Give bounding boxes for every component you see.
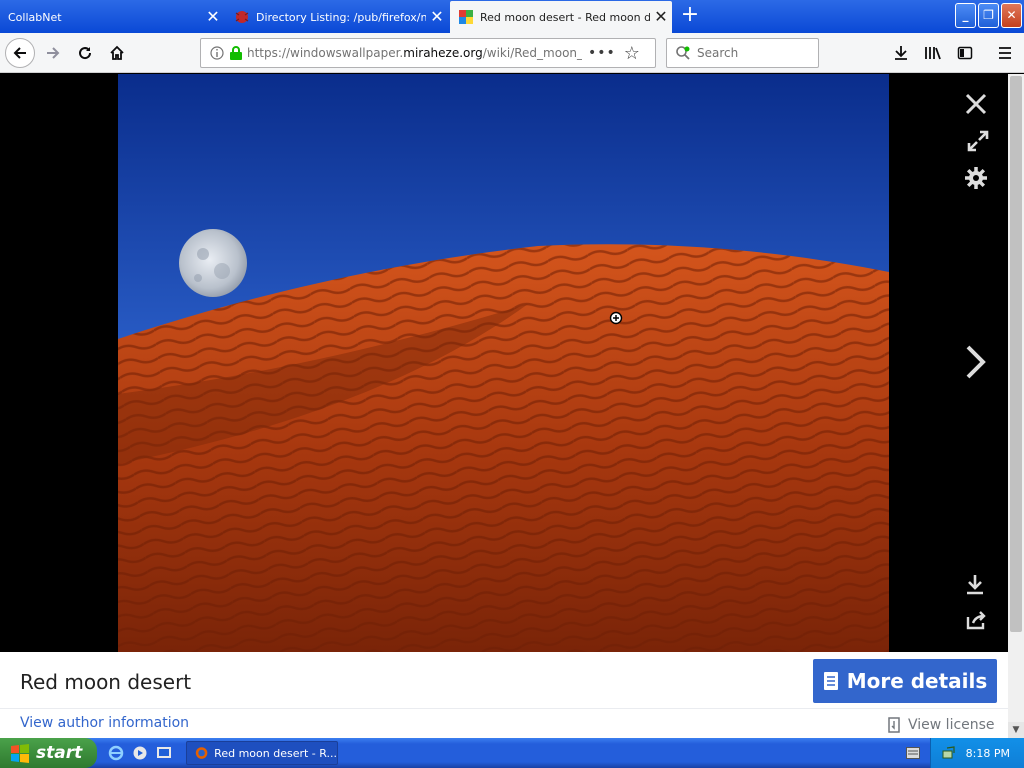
show-desktop-icon[interactable] xyxy=(156,745,172,761)
tab-red-moon-desert[interactable]: Red moon desert - Red moon desert ✕ xyxy=(450,1,672,33)
chevron-right-icon xyxy=(966,345,986,379)
tab-directory-listing[interactable]: Directory Listing: /pub/firefox/nightly/… xyxy=(226,1,448,33)
media-player-icon[interactable] xyxy=(132,745,148,761)
url-bar[interactable]: https://windowswallpaper.miraheze.org/wi… xyxy=(200,38,656,68)
search-input[interactable]: Search xyxy=(697,46,738,60)
desert-photo[interactable] xyxy=(118,74,889,652)
library-button[interactable] xyxy=(918,38,948,68)
hamburger-menu-icon xyxy=(999,47,1011,59)
tab-label: CollabNet xyxy=(8,10,62,24)
license-label: View license xyxy=(908,717,995,733)
tab-collabnet[interactable]: CollabNet ✕ xyxy=(0,1,224,33)
sidebar-button[interactable] xyxy=(950,38,980,68)
arrow-left-icon xyxy=(13,47,26,59)
settings-button[interactable] xyxy=(960,162,992,194)
keyboard-icon[interactable] xyxy=(906,747,920,759)
tab-strip: CollabNet ✕ Directory Listing: /pub/fire… xyxy=(0,0,1024,33)
download-icon xyxy=(967,575,983,595)
bug-icon xyxy=(235,11,249,23)
clock[interactable]: 8:18 PM xyxy=(966,747,1010,760)
close-tab-icon[interactable]: ✕ xyxy=(426,9,448,25)
windows-logo-icon xyxy=(11,744,29,763)
back-button[interactable] xyxy=(5,38,35,68)
reload-button[interactable] xyxy=(70,38,100,68)
fullscreen-button[interactable] xyxy=(962,125,994,157)
document-icon xyxy=(823,672,838,690)
system-tray: 8:18 PM xyxy=(930,738,1024,768)
taskbar-item-label: Red moon desert - R... xyxy=(214,746,337,760)
wallpaper-favicon-icon xyxy=(459,10,473,24)
close-icon xyxy=(965,93,987,115)
start-label: start xyxy=(36,743,83,763)
zoom-cursor-icon xyxy=(609,311,623,325)
search-bar[interactable]: Search xyxy=(666,38,819,68)
navigation-toolbar: https://windowswallpaper.miraheze.org/wi… xyxy=(0,33,1024,73)
taskbar-item-firefox[interactable]: Red moon desert - R... xyxy=(186,741,338,765)
license-link[interactable]: View license xyxy=(888,717,995,733)
tab-label: Red moon desert - Red moon desert xyxy=(480,10,650,24)
more-details-label: More details xyxy=(846,669,988,693)
scroll-down-arrow-icon[interactable]: ▼ xyxy=(1008,722,1024,738)
share-icon xyxy=(966,611,986,630)
search-icon xyxy=(676,46,690,60)
minimize-button[interactable]: _ xyxy=(955,3,976,28)
firefox-icon xyxy=(195,747,208,759)
network-icon[interactable] xyxy=(941,745,957,761)
sidebar-icon xyxy=(957,46,973,60)
author-info-link[interactable]: View author information xyxy=(20,715,189,731)
lock-icon[interactable] xyxy=(229,45,243,61)
close-viewer-button[interactable] xyxy=(960,88,992,120)
internet-explorer-icon[interactable] xyxy=(108,745,124,761)
new-tab-button[interactable]: + xyxy=(676,4,704,28)
library-icon xyxy=(925,47,941,60)
home-button[interactable] xyxy=(102,38,132,68)
next-image-button[interactable] xyxy=(958,344,994,380)
close-window-button[interactable]: ✕ xyxy=(1001,3,1022,28)
close-tab-icon[interactable]: ✕ xyxy=(202,9,224,25)
bookmark-star-icon[interactable]: ☆ xyxy=(624,43,640,64)
gear-icon xyxy=(965,167,987,189)
menu-button[interactable] xyxy=(990,38,1020,68)
arrow-right-icon xyxy=(47,47,60,59)
page-scrollbar[interactable]: ▼ xyxy=(1008,74,1024,738)
download-icon xyxy=(895,46,907,60)
image-info-panel: Red moon desert More details View author… xyxy=(0,652,1008,738)
license-icon xyxy=(888,717,900,733)
scrollbar-thumb[interactable] xyxy=(1010,76,1022,632)
info-icon[interactable] xyxy=(209,45,225,61)
tab-label: Directory Listing: /pub/firefox/nightly/ xyxy=(256,10,426,24)
home-icon xyxy=(110,45,124,60)
forward-button[interactable] xyxy=(38,38,68,68)
close-tab-icon[interactable]: ✕ xyxy=(650,9,672,25)
windows-taskbar: start Red moon desert - R... 8:18 PM xyxy=(0,738,1024,768)
url-text: https://windowswallpaper.miraheze.org/wi… xyxy=(247,46,582,60)
share-image-button[interactable] xyxy=(960,604,992,636)
page-actions-icon[interactable]: ••• xyxy=(588,45,616,61)
expand-icon xyxy=(967,130,989,152)
restore-button[interactable]: ❐ xyxy=(978,3,999,28)
more-details-button[interactable]: More details xyxy=(813,659,997,703)
media-viewer xyxy=(0,74,1008,652)
downloads-button[interactable] xyxy=(886,38,916,68)
start-button[interactable]: start xyxy=(0,738,97,768)
image-title: Red moon desert xyxy=(20,670,192,694)
download-image-button[interactable] xyxy=(959,568,991,600)
divider xyxy=(0,708,1008,709)
reload-icon xyxy=(79,47,92,60)
